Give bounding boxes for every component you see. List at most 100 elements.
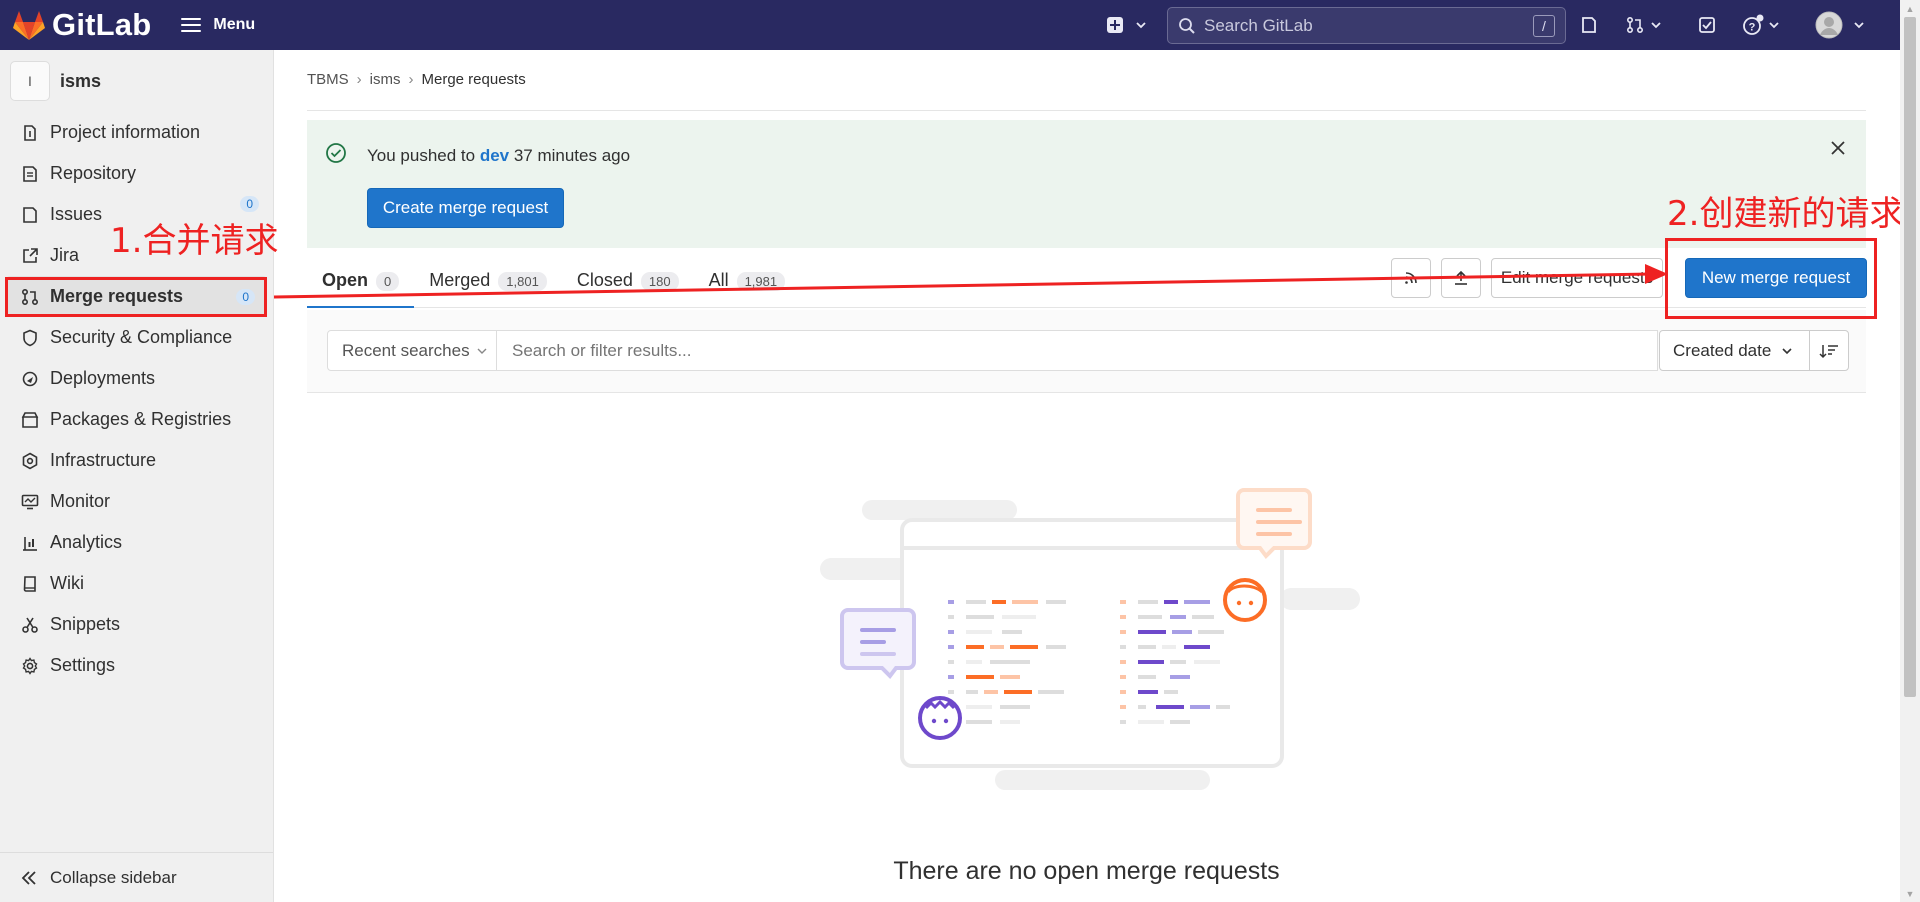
tab-all[interactable]: All 1,981 [694,262,801,308]
tab-label: Open [322,270,369,290]
sidebar-item-label: Analytics [50,532,123,552]
sidebar-item-deployments[interactable]: Deployments [0,358,273,399]
collapse-sidebar-button[interactable]: Collapse sidebar [0,852,273,902]
edit-merge-requests-button[interactable]: Edit merge requests [1491,258,1663,298]
chevron-down-icon [1769,22,1779,29]
sidebar-item-repository[interactable]: Repository [0,153,273,194]
scroll-down-arrow-icon[interactable]: ▼ [1900,885,1920,902]
user-menu-button[interactable] [1812,11,1868,39]
export-button[interactable] [1441,258,1481,298]
create-merge-request-button[interactable]: Create merge request [367,188,564,228]
tab-label: Merged [429,270,491,290]
sidebar-item-project-information[interactable]: Project information [0,112,273,153]
sidebar-item-label: Project information [50,122,201,142]
breadcrumb-current[interactable]: Merge requests [422,71,526,88]
analytics-icon [20,533,40,553]
sidebar-item-wiki[interactable]: Wiki [0,563,273,604]
sidebar-nav: Project information Repository Issues 0 … [0,112,273,686]
breadcrumb-divider [307,110,1866,111]
sort-field-dropdown[interactable]: Created date [1659,330,1810,371]
gitlab-logo[interactable]: GitLab [12,7,151,43]
todos-button[interactable] [1696,14,1718,36]
chevron-right-icon: › [408,71,414,88]
chevron-right-icon: › [356,71,362,88]
tab-closed[interactable]: Closed 180 [562,262,694,308]
chevron-down-icon [1782,347,1792,354]
package-icon [20,410,40,430]
sidebar-item-label: Issues [50,204,103,224]
breadcrumb-project[interactable]: isms [370,71,401,88]
filter-bar: Recent searches Created date [307,310,1866,393]
menu-label: Menu [213,16,256,33]
sidebar-item-infrastructure[interactable]: Infrastructure [0,440,273,481]
push-message-prefix: You pushed to [367,146,480,165]
issues-icon [20,205,40,225]
help-dropdown-button[interactable]: ? [1741,12,1781,38]
menu-button[interactable]: Menu [181,14,255,36]
sidebar-item-label: Wiki [50,573,84,593]
search-shortcut-hint: / [1533,15,1555,37]
help-icon: ? [1743,14,1764,35]
logo-text: GitLab [52,7,152,42]
recent-searches-dropdown[interactable]: Recent searches [327,330,497,371]
breadcrumb-group[interactable]: TBMS [307,71,349,88]
scroll-thumb[interactable] [1904,17,1916,697]
sidebar-item-security-compliance[interactable]: Security & Compliance [0,317,273,358]
branch-link[interactable]: dev [480,146,509,165]
push-message: You pushed to dev 37 minutes ago [367,146,630,166]
sidebar-item-label: Jira [50,245,80,265]
chevron-down-icon [1651,22,1661,29]
annotation-step1-label: 1.合并请求 [110,221,279,261]
top-navbar: GitLab Menu Search GitLab / ? [0,0,1900,50]
upload-icon [1455,270,1467,285]
tab-merged[interactable]: Merged 1,801 [414,262,562,308]
sidebar-item-settings[interactable]: Settings [0,645,273,686]
issues-shortcut-button[interactable] [1578,14,1600,36]
external-link-icon [20,246,40,266]
search-placeholder: Search GitLab [1204,15,1313,35]
sidebar-item-label: Packages & Registries [50,409,232,429]
rss-feed-button[interactable] [1391,258,1431,298]
repository-icon [20,164,40,184]
sidebar-item-analytics[interactable]: Analytics [0,522,273,563]
collapse-sidebar-label: Collapse sidebar [50,867,177,887]
tab-count: 1,801 [498,272,547,291]
new-dropdown-button[interactable] [1104,14,1150,36]
merge-requests-shortcut-button[interactable] [1624,14,1664,36]
project-info-icon [20,123,40,143]
empty-merge-requests-illustration [820,488,1360,790]
sidebar-project-header[interactable]: I isms [0,50,273,112]
sidebar-item-snippets[interactable]: Snippets [0,604,273,645]
sidebar-item-label: Security & Compliance [50,327,233,347]
tab-count: 1,981 [736,272,786,291]
annotation-step2-label: 2.创建新的请求 [1667,194,1904,234]
scroll-up-arrow-icon[interactable]: ▲ [1900,0,1920,17]
tab-open[interactable]: Open 0 [307,262,415,308]
plus-square-icon [1107,17,1123,33]
close-icon[interactable] [1830,140,1846,156]
double-chevron-left-icon [21,870,36,885]
wiki-icon [20,574,40,594]
infrastructure-icon [20,451,40,471]
sidebar-item-label: Monitor [50,491,111,511]
search-icon [1179,17,1195,34]
sidebar-item-monitor[interactable]: Monitor [0,481,273,522]
sort-direction-button[interactable] [1809,330,1849,371]
search-input[interactable]: Search GitLab / [1167,7,1566,44]
sidebar-item-label: Infrastructure [50,450,157,470]
tab-count: 0 [376,272,400,291]
chevron-down-icon [1854,22,1864,29]
gitlab-tanuki-icon [13,11,45,40]
todo-check-icon [1699,17,1715,33]
tab-count: 180 [640,272,679,291]
sidebar-item-label: Deployments [50,368,156,388]
filter-search-input[interactable] [497,330,1658,371]
merge-request-icon [1626,16,1644,34]
page-scrollbar[interactable]: ▲ ▼ [1900,0,1920,902]
annotation-box-new-merge-request [1665,238,1877,319]
sidebar-item-packages-registries[interactable]: Packages & Registries [0,399,273,440]
chevron-down-icon [477,348,487,354]
shield-icon [20,328,40,348]
snippets-icon [20,615,40,635]
sidebar-item-label: Settings [50,655,116,675]
